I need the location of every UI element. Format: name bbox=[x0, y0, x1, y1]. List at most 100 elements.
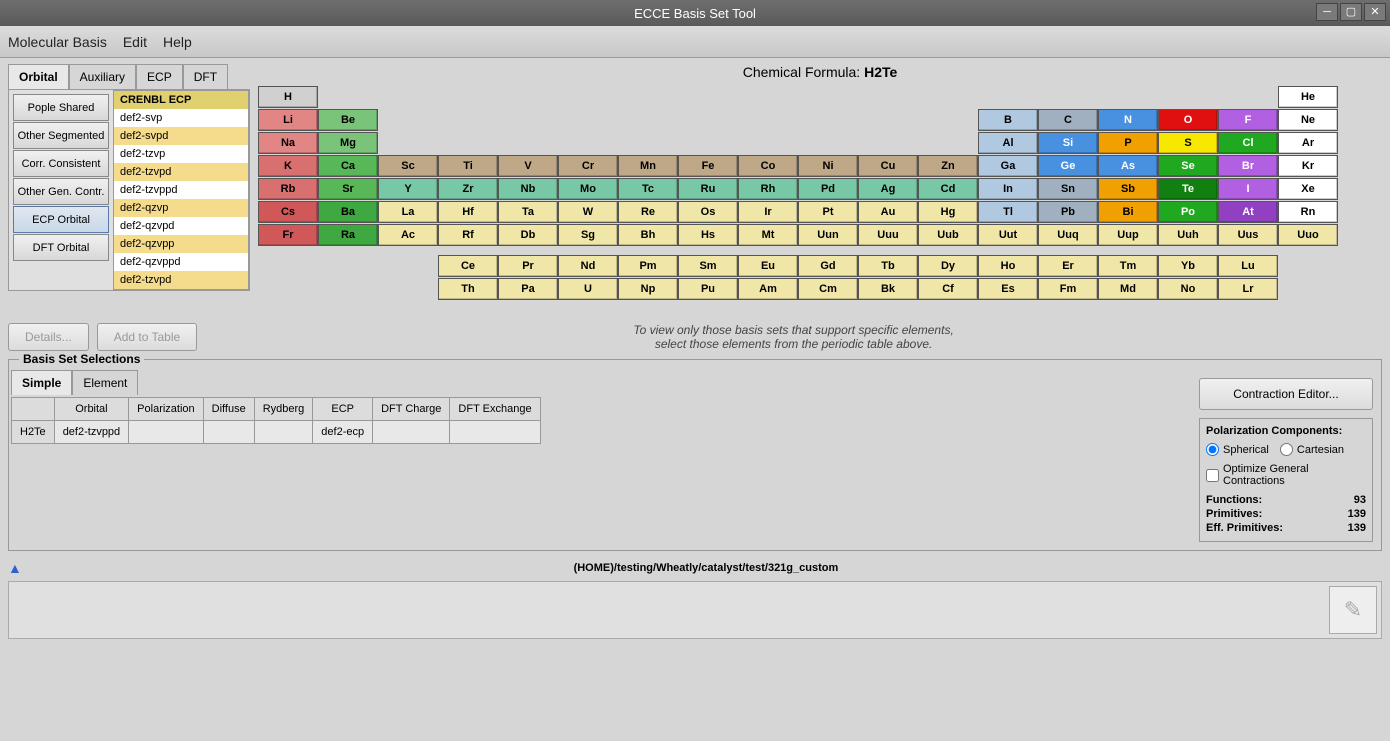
element-cm[interactable]: Cm bbox=[798, 278, 858, 300]
element-eu[interactable]: Eu bbox=[738, 255, 798, 277]
element-mn[interactable]: Mn bbox=[618, 155, 678, 177]
basis-set-item[interactable]: def2-qzvp bbox=[114, 199, 248, 217]
element-rh[interactable]: Rh bbox=[738, 178, 798, 200]
basis-set-item[interactable]: def2-qzvpd bbox=[114, 217, 248, 235]
element-pu[interactable]: Pu bbox=[678, 278, 738, 300]
element-ge[interactable]: Ge bbox=[1038, 155, 1098, 177]
element-fm[interactable]: Fm bbox=[1038, 278, 1098, 300]
element-lu[interactable]: Lu bbox=[1218, 255, 1278, 277]
tab-dft[interactable]: DFT bbox=[183, 64, 228, 89]
basis-set-item[interactable]: def2-svp bbox=[114, 109, 248, 127]
checkbox-optimize[interactable]: Optimize General Contractions bbox=[1206, 463, 1358, 487]
cat-other-gen-contr[interactable]: Other Gen. Contr. bbox=[13, 178, 109, 205]
element-es[interactable]: Es bbox=[978, 278, 1038, 300]
element-n[interactable]: N bbox=[1098, 109, 1158, 131]
element-uub[interactable]: Uub bbox=[918, 224, 978, 246]
element-w[interactable]: W bbox=[558, 201, 618, 223]
element-se[interactable]: Se bbox=[1158, 155, 1218, 177]
element-hs[interactable]: Hs bbox=[678, 224, 738, 246]
tab-ecp[interactable]: ECP bbox=[136, 64, 183, 89]
element-pa[interactable]: Pa bbox=[498, 278, 558, 300]
element-cr[interactable]: Cr bbox=[558, 155, 618, 177]
element-ru[interactable]: Ru bbox=[678, 178, 738, 200]
element-cu[interactable]: Cu bbox=[858, 155, 918, 177]
element-at[interactable]: At bbox=[1218, 201, 1278, 223]
element-ni[interactable]: Ni bbox=[798, 155, 858, 177]
cell-dft_exchange[interactable] bbox=[450, 421, 540, 444]
element-fe[interactable]: Fe bbox=[678, 155, 738, 177]
element-db[interactable]: Db bbox=[498, 224, 558, 246]
cat-dft-orbital[interactable]: DFT Orbital bbox=[13, 234, 109, 261]
status-icon[interactable]: ✎ bbox=[1329, 586, 1377, 634]
basis-set-item[interactable]: def2-tzvppd bbox=[114, 181, 248, 199]
element-mg[interactable]: Mg bbox=[318, 132, 378, 154]
element-sr[interactable]: Sr bbox=[318, 178, 378, 200]
element-am[interactable]: Am bbox=[738, 278, 798, 300]
basis-set-item[interactable]: def2-svpd bbox=[114, 127, 248, 145]
element-np[interactable]: Np bbox=[618, 278, 678, 300]
element-pb[interactable]: Pb bbox=[1038, 201, 1098, 223]
radio-cartesian[interactable]: Cartesian bbox=[1280, 443, 1344, 456]
element-cd[interactable]: Cd bbox=[918, 178, 978, 200]
element-in[interactable]: In bbox=[978, 178, 1038, 200]
element-ce[interactable]: Ce bbox=[438, 255, 498, 277]
element-la[interactable]: La bbox=[378, 201, 438, 223]
element-ti[interactable]: Ti bbox=[438, 155, 498, 177]
element-zn[interactable]: Zn bbox=[918, 155, 978, 177]
element-hg[interactable]: Hg bbox=[918, 201, 978, 223]
element-ag[interactable]: Ag bbox=[858, 178, 918, 200]
element-al[interactable]: Al bbox=[978, 132, 1038, 154]
element-th[interactable]: Th bbox=[438, 278, 498, 300]
cell-rydberg[interactable] bbox=[254, 421, 313, 444]
radio-spherical[interactable]: Spherical bbox=[1206, 443, 1269, 456]
element-o[interactable]: O bbox=[1158, 109, 1218, 131]
element-ho[interactable]: Ho bbox=[978, 255, 1038, 277]
cat-pople-shared[interactable]: Pople Shared bbox=[13, 94, 109, 121]
element-uuh[interactable]: Uuh bbox=[1158, 224, 1218, 246]
element-uup[interactable]: Uup bbox=[1098, 224, 1158, 246]
element-uuo[interactable]: Uuo bbox=[1278, 224, 1338, 246]
element-ar[interactable]: Ar bbox=[1278, 132, 1338, 154]
basis-set-item[interactable]: def2-tzvpd bbox=[114, 163, 248, 181]
cell-polarization[interactable] bbox=[129, 421, 203, 444]
element-fr[interactable]: Fr bbox=[258, 224, 318, 246]
basis-set-list[interactable]: CRENBL ECPdef2-svpdef2-svpddef2-tzvpdef2… bbox=[113, 90, 249, 290]
tab-orbital[interactable]: Orbital bbox=[8, 64, 69, 89]
element-sg[interactable]: Sg bbox=[558, 224, 618, 246]
element-li[interactable]: Li bbox=[258, 109, 318, 131]
element-mt[interactable]: Mt bbox=[738, 224, 798, 246]
close-button[interactable]: ✕ bbox=[1364, 3, 1386, 21]
element-hf[interactable]: Hf bbox=[438, 201, 498, 223]
contraction-editor-button[interactable]: Contraction Editor... bbox=[1199, 378, 1373, 410]
tab-element[interactable]: Element bbox=[72, 370, 138, 395]
element-bi[interactable]: Bi bbox=[1098, 201, 1158, 223]
element-br[interactable]: Br bbox=[1218, 155, 1278, 177]
element-rb[interactable]: Rb bbox=[258, 178, 318, 200]
element-sm[interactable]: Sm bbox=[678, 255, 738, 277]
element-uus[interactable]: Uus bbox=[1218, 224, 1278, 246]
element-f[interactable]: F bbox=[1218, 109, 1278, 131]
element-pr[interactable]: Pr bbox=[498, 255, 558, 277]
cat-other-segmented[interactable]: Other Segmented bbox=[13, 122, 109, 149]
element-gd[interactable]: Gd bbox=[798, 255, 858, 277]
element-os[interactable]: Os bbox=[678, 201, 738, 223]
element-kr[interactable]: Kr bbox=[1278, 155, 1338, 177]
minimize-button[interactable]: ─ bbox=[1316, 3, 1338, 21]
element-u[interactable]: U bbox=[558, 278, 618, 300]
basis-set-item[interactable]: def2-tzvpd bbox=[114, 271, 248, 289]
element-ac[interactable]: Ac bbox=[378, 224, 438, 246]
element-ta[interactable]: Ta bbox=[498, 201, 558, 223]
element-p[interactable]: P bbox=[1098, 132, 1158, 154]
element-he[interactable]: He bbox=[1278, 86, 1338, 108]
element-ba[interactable]: Ba bbox=[318, 201, 378, 223]
cell-name[interactable]: H2Te bbox=[12, 421, 55, 444]
element-as[interactable]: As bbox=[1098, 155, 1158, 177]
element-po[interactable]: Po bbox=[1158, 201, 1218, 223]
tab-auxiliary[interactable]: Auxiliary bbox=[69, 64, 136, 89]
element-mo[interactable]: Mo bbox=[558, 178, 618, 200]
tab-simple[interactable]: Simple bbox=[11, 370, 72, 395]
basis-set-item[interactable]: def2-qzvppd bbox=[114, 253, 248, 271]
element-te[interactable]: Te bbox=[1158, 178, 1218, 200]
element-c[interactable]: C bbox=[1038, 109, 1098, 131]
element-nb[interactable]: Nb bbox=[498, 178, 558, 200]
